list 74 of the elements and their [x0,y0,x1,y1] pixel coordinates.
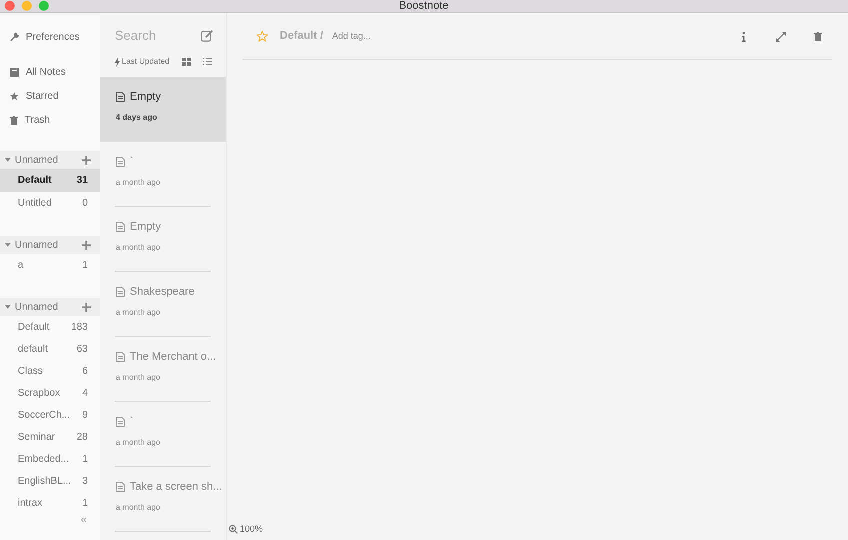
folder-item[interactable]: intrax 1 [0,492,100,514]
star-icon[interactable] [257,31,268,42]
folder-item[interactable]: default 63 [0,338,100,360]
folder-item[interactable]: Default 183 [0,316,100,338]
wrench-icon [10,32,20,42]
lightning-icon [115,58,120,66]
note-title: Shakespeare [130,284,195,300]
storage-header[interactable]: Unnamed [0,298,100,316]
grid-view-icon[interactable] [182,58,191,66]
document-icon [116,352,125,362]
sort-button[interactable]: Last Updated [115,56,180,68]
folder-item[interactable]: EnglishBL... 3 [0,470,100,492]
sidebar-item[interactable]: All Notes [0,60,100,84]
note-date: 4 days ago [116,112,158,124]
folder-item[interactable]: Seminar 28 [0,426,100,448]
compose-icon[interactable] [201,30,214,42]
note-date: a month ago [116,437,162,449]
note-title: Empty [130,220,162,235]
note-date: a month ago [116,177,162,189]
storage-header[interactable]: Unnamed [0,236,100,254]
note-title: ` [130,154,134,170]
list-view-icon[interactable] [203,58,212,66]
preferences-button[interactable]: Preferences [10,26,96,48]
caret-icon [5,305,11,309]
note-date: a month ago [116,307,162,319]
zoom-button[interactable]: 100% [229,522,264,536]
caret-icon [5,158,11,162]
note-item[interactable]: The Merchant o... a month ago [100,337,226,402]
document-icon [116,482,125,492]
note-title: ` [130,414,134,430]
document-icon [116,92,125,102]
note-item[interactable]: ` a month ago [100,142,226,207]
note-title: Empty [130,90,162,105]
add-folder-icon [82,302,91,312]
document-icon [116,417,125,427]
note-date: a month ago [116,372,162,384]
info-icon[interactable] [742,32,746,42]
folder-item[interactable]: Class 6 [0,360,100,382]
window-title: Boostnote [399,0,449,12]
archive-icon [10,68,19,76]
sidebar-item[interactable]: Starred [0,84,100,108]
document-icon [116,222,125,232]
maximize-button[interactable] [39,1,49,11]
star-icon [10,92,19,100]
note-title: Take a screen sh... [130,480,222,495]
add-folder-icon [82,156,91,164]
note-date: a month ago [116,502,162,514]
note-item[interactable]: Shakespeare a month ago [100,272,226,337]
folder-item[interactable]: Embeded... 1 [0,448,100,470]
note-item[interactable]: Empty 4 days ago [100,77,226,142]
add-folder-icon [82,240,91,250]
collapse-button[interactable]: « [80,514,87,526]
folder-item[interactable]: SoccerCh... 9 [0,404,100,426]
note-item[interactable]: Empty a month ago [100,207,226,272]
folder-item[interactable]: Untitled 0 [0,192,100,215]
note-title: The Merchant o... [130,350,216,365]
tag-input[interactable]: Add tag... [332,30,742,44]
folder-item[interactable]: Default 31 [0,169,100,192]
note-date: a month ago [116,242,162,254]
folder-item[interactable]: a 1 [0,254,100,277]
note-item[interactable]: ` a month ago [100,402,226,467]
sidebar-item[interactable]: Trash [0,108,100,132]
folder-label[interactable]: Default / [280,28,324,45]
storage-header[interactable]: Unnamed [0,151,100,169]
trash-icon [10,116,18,124]
document-icon [116,157,125,167]
expand-icon[interactable] [776,32,786,42]
trash-icon[interactable] [814,32,822,41]
caret-icon [5,243,11,247]
note-item[interactable]: Take a screen sh... a month ago [100,467,226,532]
zoom-icon [229,524,238,534]
close-button[interactable] [5,1,15,11]
document-icon [116,287,125,297]
folder-item[interactable]: Scrapbox 4 [0,382,100,404]
